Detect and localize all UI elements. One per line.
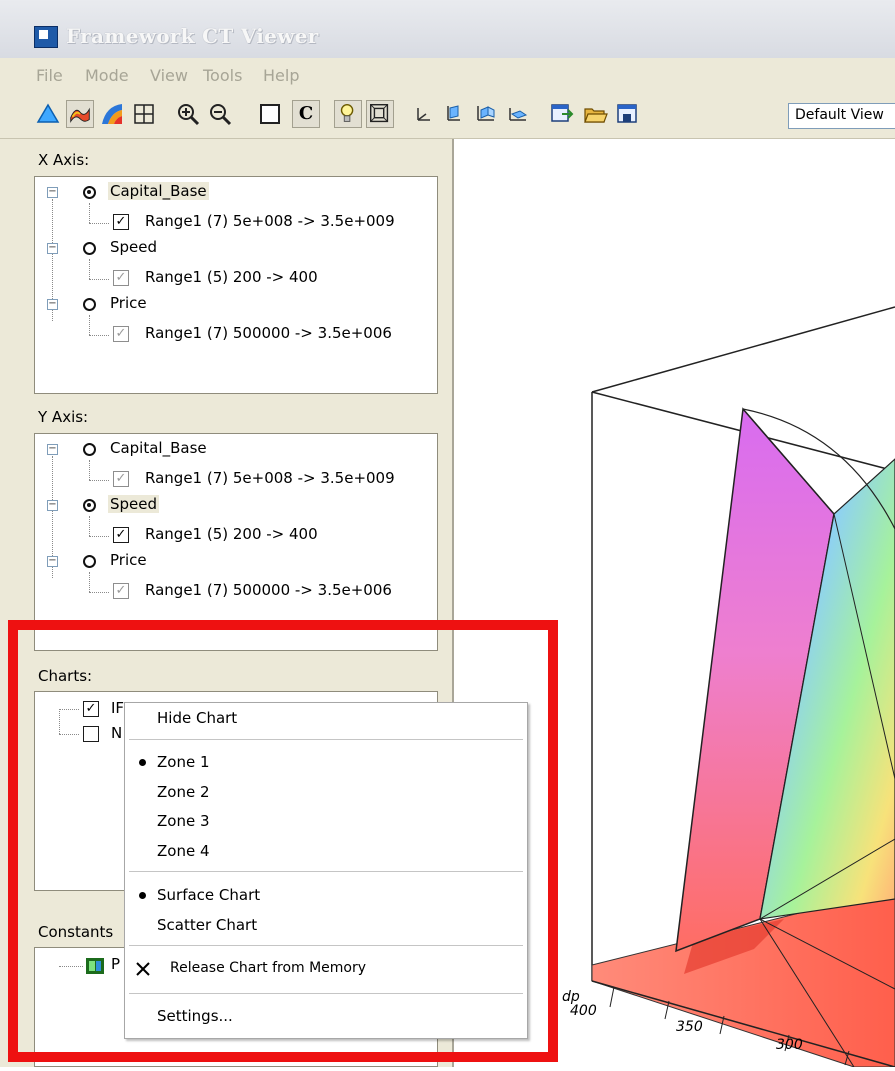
axis-tick-label: 350 xyxy=(676,1019,703,1035)
x-speed-expander[interactable]: − xyxy=(47,243,58,254)
zoom-out-icon[interactable] xyxy=(206,100,234,128)
triangle-mode-icon[interactable] xyxy=(34,100,62,128)
colored-surface-icon[interactable] xyxy=(98,100,126,128)
menu-view[interactable]: View xyxy=(150,66,188,85)
menu-hide-chart[interactable]: Hide Chart xyxy=(157,709,237,727)
y-speed-radio[interactable] xyxy=(83,499,96,512)
axis-tick-label: 400 xyxy=(570,1003,597,1019)
y-price-expander[interactable]: − xyxy=(47,556,58,567)
chart-context-menu: Hide Chart Zone 1 Zone 2 Zone 3 Zone 4 S… xyxy=(124,702,528,1039)
x-speed-radio[interactable] xyxy=(83,242,96,255)
lightbulb-button[interactable] xyxy=(334,100,362,128)
menu-zone-1[interactable]: Zone 1 xyxy=(157,753,210,771)
x-speed-label[interactable]: Speed xyxy=(110,238,157,256)
x-axis-tree: − Capital_Base ✓ Range1 (7) 5e+008 -> 3.… xyxy=(34,176,438,394)
view-top-icon[interactable] xyxy=(472,100,500,128)
menu-zone-3[interactable]: Zone 3 xyxy=(157,812,210,830)
menu-separator xyxy=(129,871,523,872)
constants-label: Constants xyxy=(38,923,114,941)
axis-tick xyxy=(609,986,615,1008)
y-capital-range-label: Range1 (7) 5e+008 -> 3.5e+009 xyxy=(145,469,395,487)
title-bar: Framework CT Viewer xyxy=(0,0,895,58)
view-iso-icon[interactable] xyxy=(504,100,532,128)
export-icon[interactable] xyxy=(548,100,576,128)
menu-surface-chart[interactable]: Surface Chart xyxy=(157,886,260,904)
box-edge-top xyxy=(591,306,895,393)
menu-file[interactable]: File xyxy=(36,66,63,85)
menu-separator xyxy=(129,945,523,946)
y-capital-label[interactable]: Capital_Base xyxy=(110,439,207,457)
menu-settings[interactable]: Settings... xyxy=(157,1007,233,1025)
app-logo-icon xyxy=(34,26,58,48)
axis-tick-label: 300 xyxy=(776,1037,803,1053)
chart-n-checkbox[interactable] xyxy=(83,726,99,742)
x-capital-label[interactable]: Capital_Base xyxy=(108,182,209,200)
menu-separator xyxy=(129,993,523,994)
y-capital-radio[interactable] xyxy=(83,443,96,456)
y-speed-label[interactable]: Speed xyxy=(108,495,160,513)
charts-label: Charts: xyxy=(38,667,93,685)
chart-n-label[interactable]: N xyxy=(111,724,122,742)
x-axis-label: X Axis: xyxy=(38,151,90,169)
y-price-range-label: Range1 (7) 500000 -> 3.5e+006 xyxy=(145,581,392,599)
constant-p-label[interactable]: P xyxy=(111,955,120,973)
x-capital-range-checkbox[interactable]: ✓ xyxy=(113,214,129,230)
x-price-label[interactable]: Price xyxy=(110,294,147,312)
x-capital-expander[interactable]: − xyxy=(47,187,58,198)
chart-if-checkbox[interactable]: ✓ xyxy=(83,701,99,717)
menu-bar: File Mode View Tools Help xyxy=(0,58,895,92)
x-capital-range-label: Range1 (7) 5e+008 -> 3.5e+009 xyxy=(145,212,395,230)
y-price-radio[interactable] xyxy=(83,555,96,568)
save-icon[interactable] xyxy=(614,100,642,128)
c-letter-icon[interactable]: C xyxy=(292,100,320,128)
grid-icon[interactable] xyxy=(130,100,158,128)
x-price-range-label: Range1 (7) 500000 -> 3.5e+006 xyxy=(145,324,392,342)
frame-icon xyxy=(370,104,389,123)
x-speed-range-checkbox[interactable]: ✓ xyxy=(113,270,129,286)
frame-button[interactable] xyxy=(366,100,394,128)
y-price-label[interactable]: Price xyxy=(110,551,147,569)
menu-help[interactable]: Help xyxy=(263,66,299,85)
box-icon[interactable] xyxy=(256,100,284,128)
x-capital-radio[interactable] xyxy=(83,186,96,199)
menu-release-chart[interactable]: Release Chart from Memory xyxy=(170,960,366,976)
y-capital-range-checkbox[interactable]: ✓ xyxy=(113,471,129,487)
menu-scatter-chart[interactable]: Scatter Chart xyxy=(157,916,257,934)
x-price-range-checkbox[interactable]: ✓ xyxy=(113,326,129,342)
y-price-range-checkbox[interactable]: ✓ xyxy=(113,583,129,599)
zoom-in-icon[interactable] xyxy=(174,100,202,128)
close-x-icon xyxy=(136,962,150,976)
menu-mode[interactable]: Mode xyxy=(85,66,129,85)
chart-type-selected-bullet-icon xyxy=(139,892,146,899)
view-combo[interactable]: Default View xyxy=(788,103,895,129)
lightbulb-icon xyxy=(340,104,354,122)
surface-mode-button[interactable] xyxy=(66,100,94,128)
zone-selected-bullet-icon xyxy=(139,759,146,766)
window-title: Framework CT Viewer xyxy=(66,24,319,48)
menu-tools[interactable]: Tools xyxy=(203,66,242,85)
menu-zone-2[interactable]: Zone 2 xyxy=(157,783,210,801)
x-price-radio[interactable] xyxy=(83,298,96,311)
y-speed-range-label: Range1 (5) 200 -> 400 xyxy=(145,525,318,543)
toolbar: C xyxy=(0,92,895,139)
x-price-expander[interactable]: − xyxy=(47,299,58,310)
constant-icon xyxy=(86,958,104,974)
chart-if-label[interactable]: IF xyxy=(111,699,124,717)
menu-zone-4[interactable]: Zone 4 xyxy=(157,842,210,860)
y-axis-tree: − Capital_Base ✓ Range1 (7) 5e+008 -> 3.… xyxy=(34,433,438,651)
menu-separator xyxy=(129,739,523,740)
y-capital-expander[interactable]: − xyxy=(47,444,58,455)
open-folder-icon[interactable] xyxy=(582,100,610,128)
y-speed-expander[interactable]: − xyxy=(47,500,58,511)
y-axis-label: Y Axis: xyxy=(38,408,89,426)
view-side-icon[interactable] xyxy=(440,100,468,128)
y-speed-range-checkbox[interactable]: ✓ xyxy=(113,527,129,543)
x-speed-range-label: Range1 (5) 200 -> 400 xyxy=(145,268,318,286)
view-front-icon[interactable] xyxy=(410,100,438,128)
surface-mode-icon xyxy=(70,107,90,124)
